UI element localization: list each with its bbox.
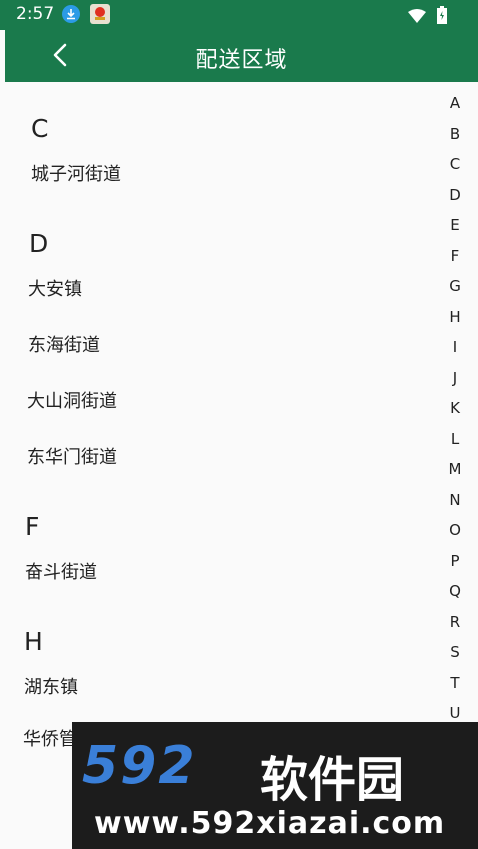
index-letter-t[interactable]: T <box>440 674 470 692</box>
index-letter-l[interactable]: L <box>440 430 470 448</box>
index-letter-i[interactable]: I <box>440 338 470 356</box>
index-letter-a[interactable]: A <box>440 94 470 112</box>
list-item[interactable]: 大安镇 <box>28 275 82 301</box>
list-item[interactable]: 大山洞街道 <box>27 387 117 413</box>
index-letter-o[interactable]: O <box>440 521 470 539</box>
section-header-h: H <box>24 627 43 656</box>
index-letter-n[interactable]: N <box>440 491 470 509</box>
watermark: 592 软件园 www.592xiazai.com <box>72 722 478 849</box>
section-header-d: D <box>29 229 49 258</box>
app-notification-icon <box>90 4 110 24</box>
app-bar: 配送区域 <box>5 30 478 82</box>
index-letter-m[interactable]: M <box>440 460 470 478</box>
index-letter-q[interactable]: Q <box>440 582 470 600</box>
index-letter-u[interactable]: U <box>440 704 470 722</box>
watermark-url: www.592xiazai.com <box>94 806 446 841</box>
index-letter-e[interactable]: E <box>440 216 470 234</box>
section-header-c: C <box>31 114 49 143</box>
index-letter-s[interactable]: S <box>440 643 470 661</box>
index-letter-g[interactable]: G <box>440 277 470 295</box>
index-letter-k[interactable]: K <box>440 399 470 417</box>
status-bar: 2:57 <box>0 0 478 30</box>
index-letter-d[interactable]: D <box>440 186 470 204</box>
page-title: 配送区域 <box>195 48 288 73</box>
list-item[interactable]: 湖东镇 <box>24 673 78 699</box>
index-letter-f[interactable]: F <box>440 247 470 265</box>
index-letter-p[interactable]: P <box>440 552 470 570</box>
list-item[interactable]: 东海街道 <box>28 331 100 357</box>
list-item[interactable]: 华侨管 <box>23 725 77 751</box>
index-letter-j[interactable]: J <box>440 369 470 387</box>
battery-icon <box>437 6 447 24</box>
wifi-icon <box>408 8 426 23</box>
watermark-name: 软件园 <box>260 752 405 808</box>
index-letter-h[interactable]: H <box>440 308 470 326</box>
list-item[interactable]: 城子河街道 <box>31 160 121 186</box>
list-item[interactable]: 东华门街道 <box>27 443 117 469</box>
index-letter-b[interactable]: B <box>440 125 470 143</box>
screen: 2:57 配送区域 C 城子河街道 D 大安镇 东海街道 大山洞街道 东华门街道… <box>0 0 478 849</box>
index-letter-r[interactable]: R <box>440 613 470 631</box>
status-time: 2:57 <box>16 4 55 24</box>
section-header-f: F <box>25 512 40 541</box>
index-letter-c[interactable]: C <box>440 155 470 173</box>
watermark-number: 592 <box>82 736 197 796</box>
download-icon <box>62 5 80 23</box>
list-item[interactable]: 奋斗街道 <box>25 558 97 584</box>
